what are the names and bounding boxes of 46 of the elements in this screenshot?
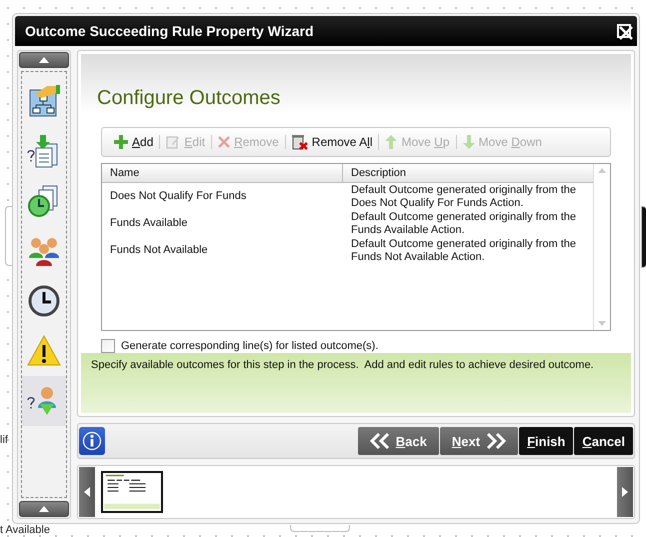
scroll-left-button[interactable] <box>79 467 95 517</box>
flowchart-icon <box>27 84 61 118</box>
canvas-label: lif <box>0 434 8 446</box>
table-cell-text: Funds Not Available <box>109 244 209 257</box>
canvas-label: t Available <box>0 524 50 536</box>
checkbox[interactable] <box>101 339 115 353</box>
cross-icon <box>218 136 230 148</box>
arrow-down-icon <box>462 135 475 149</box>
back-button[interactable]: Back <box>358 427 439 455</box>
pencil-icon <box>166 135 180 149</box>
scroll-right-button[interactable] <box>617 467 633 517</box>
collapse-tab[interactable] <box>641 206 646 268</box>
scroll-down-button[interactable] <box>19 501 69 517</box>
trash-icon <box>292 134 308 150</box>
triangle-right-icon <box>622 487 628 497</box>
table-cell-text: Default Outcome generated originally from the Does Not Qualify For Funds Action. <box>350 184 578 210</box>
toolbar-button[interactable]: Add <box>108 135 160 149</box>
page-thumbnail[interactable] <box>101 471 163 513</box>
column-header[interactable]: Description <box>343 164 593 182</box>
double-chevron-icon <box>486 433 506 449</box>
table-cell-text: Default Outcome generated originally from the Funds Available Action. <box>350 210 578 236</box>
table-cell-text: Does Not Qualify For Funds <box>109 190 248 203</box>
triangle-up-icon <box>39 506 49 512</box>
column-header[interactable]: Name <box>102 164 343 182</box>
checkbox-label: Generate corresponding line(s) for listed outcome(s). <box>121 340 378 352</box>
window-title: Outcome Succeeding Rule Property Wizard <box>25 23 314 39</box>
warning-icon <box>27 334 61 368</box>
scroll-up-button[interactable] <box>19 52 69 68</box>
hint-text: Specify available outcomes for this step in the process. Add and edit rules to achieve desired outcome. <box>81 353 631 413</box>
double-chevron-icon <box>370 433 390 449</box>
triangle-up-icon <box>598 168 606 173</box>
arrow-up-icon <box>385 135 398 149</box>
toolbar-button[interactable]: Remove All <box>286 134 380 150</box>
close-button[interactable] <box>617 24 631 38</box>
clock-icon <box>27 284 61 318</box>
info-button[interactable] <box>79 427 105 455</box>
triangle-down-icon <box>598 321 606 326</box>
cancel-button[interactable]: Cancel <box>574 427 633 455</box>
next-button[interactable]: Next <box>440 427 518 455</box>
plus-icon <box>114 135 128 149</box>
table-cell-text: Funds Available <box>109 217 188 230</box>
triangle-left-icon <box>84 487 90 497</box>
page-title: Configure Outcomes <box>97 87 280 110</box>
table-cell-text: Default Outcome generated originally from the Funds Not Available Action. <box>350 238 578 264</box>
finish-button[interactable]: Finish <box>519 427 574 455</box>
triangle-up-icon <box>39 57 49 63</box>
